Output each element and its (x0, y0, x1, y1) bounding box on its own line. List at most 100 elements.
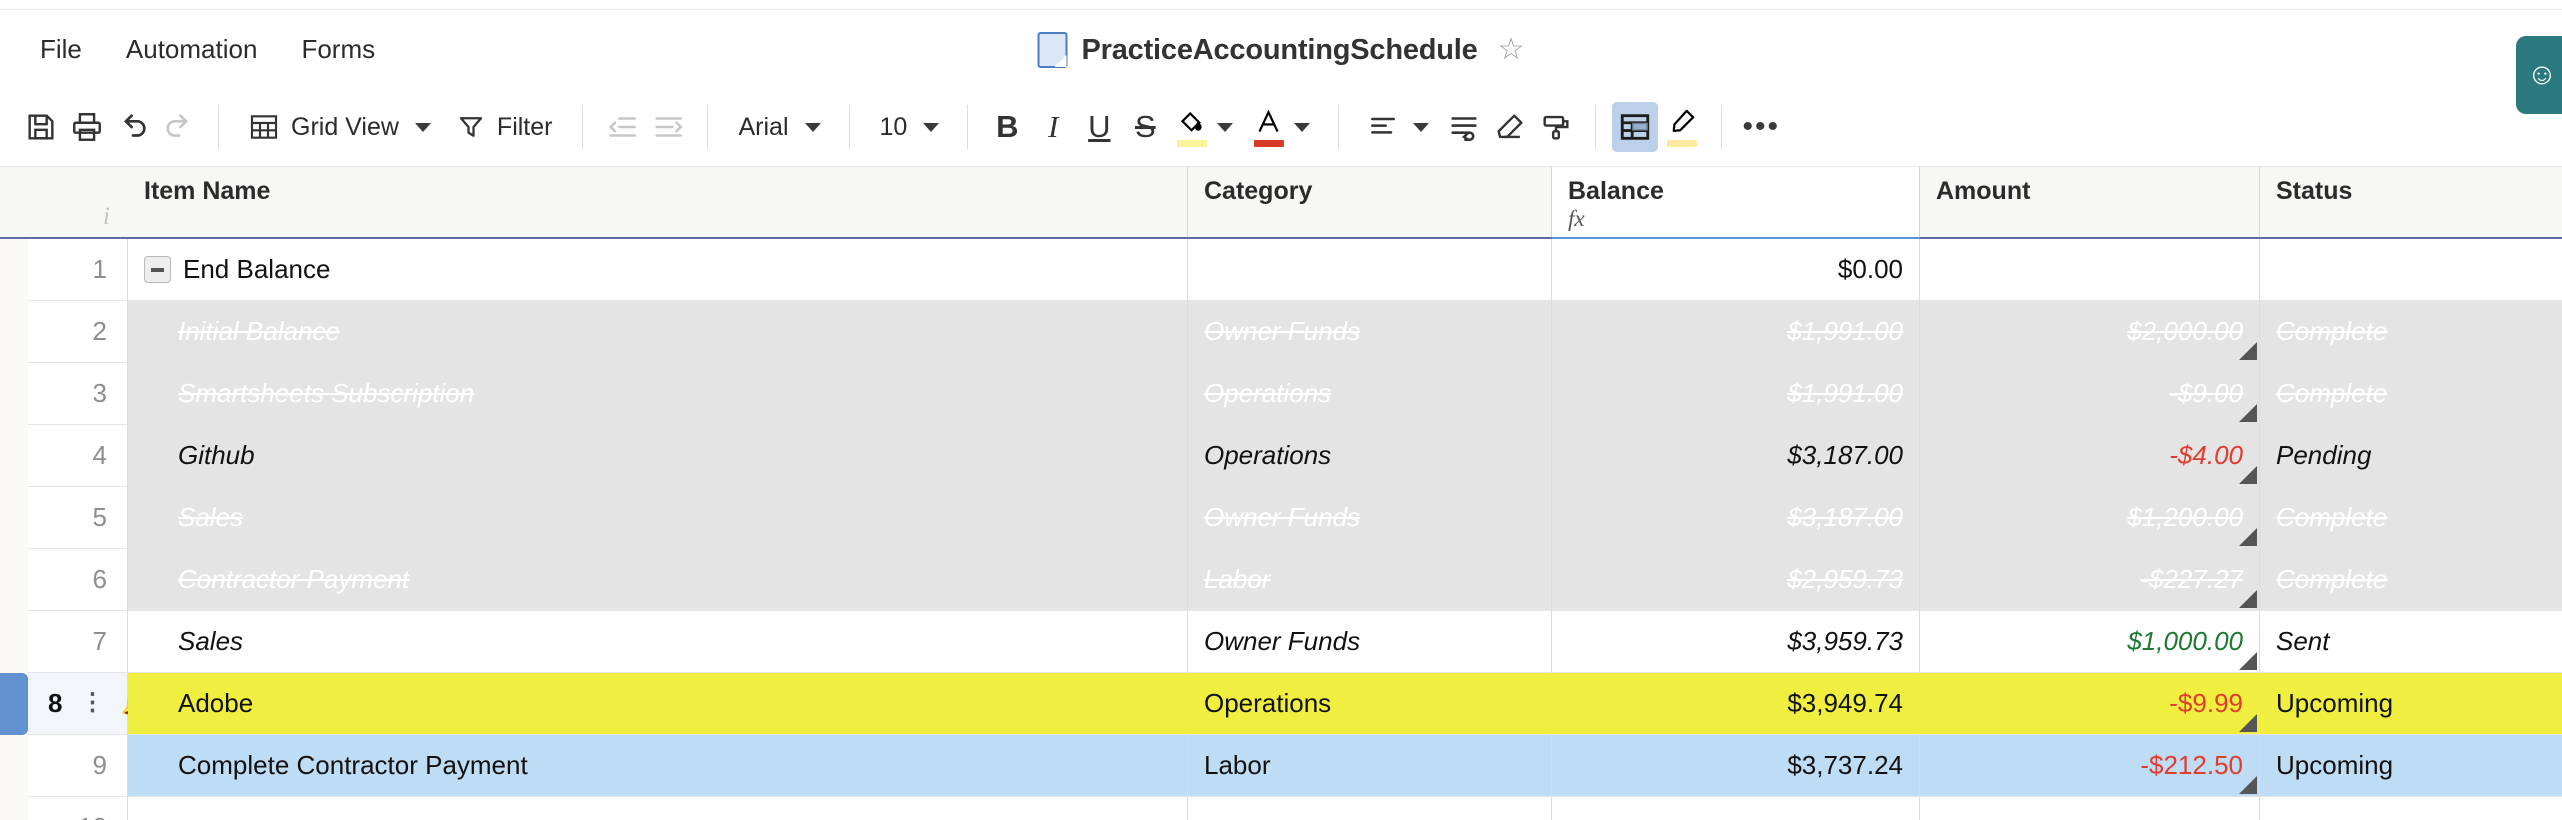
cell-status[interactable]: Complete (2260, 301, 2562, 363)
cell-item[interactable]: Initial Balance (128, 301, 1188, 363)
underline-button[interactable]: U (1076, 102, 1122, 152)
cell-status[interactable] (2260, 239, 2562, 301)
column-header-status[interactable]: Status (2260, 167, 2562, 239)
cell-balance[interactable] (1552, 797, 1920, 820)
save-button[interactable] (18, 102, 64, 152)
cell-comment-marker-icon[interactable] (2239, 776, 2257, 794)
cell-category[interactable]: Operations (1188, 673, 1552, 735)
cell-balance[interactable]: $3,187.00 (1552, 487, 1920, 549)
row-number[interactable]: 7 (28, 611, 128, 673)
cell-status[interactable]: Complete (2260, 487, 2562, 549)
row-number[interactable]: 5 (28, 487, 128, 549)
chevron-down-icon-font[interactable] (804, 122, 821, 132)
row-number[interactable]: 10 (28, 797, 128, 820)
cell-balance[interactable]: $3,949.74 (1552, 673, 1920, 735)
table-row[interactable]: 2 Initial Balance Owner Funds $1,991.00 $2,0… (0, 301, 2562, 363)
cell-item[interactable]: Sales (128, 487, 1188, 549)
font-family-selector[interactable]: Arial (724, 102, 832, 152)
undo-button[interactable] (110, 102, 156, 152)
format-painter-button[interactable] (1533, 102, 1579, 152)
cell-balance[interactable]: $1,991.00 (1552, 301, 1920, 363)
cell-amount[interactable] (1920, 797, 2260, 820)
cell-item[interactable]: Smartsheets Subscription (128, 363, 1188, 425)
table-row[interactable]: 9 Complete Contractor Payment Labor $3,737.… (0, 735, 2562, 797)
cell-category[interactable]: Labor (1188, 735, 1552, 797)
favorite-star-icon[interactable]: ☆ (1498, 35, 1525, 65)
cell-status[interactable]: Complete (2260, 549, 2562, 611)
cell-amount[interactable]: -$9.99 (1920, 673, 2260, 735)
bold-button[interactable]: B (984, 102, 1030, 152)
cell-item[interactable]: Contractor Payment (128, 549, 1188, 611)
view-selector[interactable]: Grid View (235, 102, 443, 152)
cell-item[interactable] (128, 797, 1188, 820)
outdent-button[interactable] (599, 102, 645, 152)
row-number[interactable]: 4 (28, 425, 128, 487)
cell-amount[interactable]: $2,000.00 (1920, 301, 2260, 363)
column-header-item-name[interactable]: Item Name (128, 167, 1188, 239)
cell-balance[interactable]: $0.00 (1552, 239, 1920, 301)
strikethrough-button[interactable]: S (1122, 102, 1168, 152)
text-color-button[interactable] (1245, 102, 1322, 152)
table-row[interactable]: 8⋮🔔AdobeOperations$3,949.74-$9.99Upcomin… (0, 673, 2562, 735)
cell-status[interactable]: Upcoming (2260, 735, 2562, 797)
cell-category[interactable]: Owner Funds (1188, 487, 1552, 549)
table-row[interactable]: 5 Sales Owner Funds $3,187.00 $1,200.00 Compl… (0, 487, 2562, 549)
cell-item[interactable]: End Balance (128, 239, 1188, 301)
cell-balance[interactable]: $1,991.00 (1552, 363, 1920, 425)
chevron-down-icon-align[interactable] (1413, 122, 1430, 132)
cell-item[interactable]: Adobe (128, 673, 1188, 735)
cell-status[interactable]: Sent (2260, 611, 2562, 673)
clear-format-button[interactable] (1487, 102, 1533, 152)
table-row[interactable]: 3 Smartsheets Subscription Operations $1,99… (0, 363, 2562, 425)
chevron-down-icon[interactable] (414, 122, 431, 132)
page-title[interactable]: PracticeAccountingSchedule (1082, 34, 1478, 67)
cell-amount[interactable] (1920, 239, 2260, 301)
table-row[interactable]: 6 Contractor Payment Labor $2,959.73 -$227.2… (0, 549, 2562, 611)
menu-item-automation[interactable]: Automation (108, 26, 276, 73)
cell-comment-marker-icon[interactable] (2239, 528, 2257, 546)
filter-button[interactable]: Filter (443, 102, 567, 152)
cell-comment-marker-icon[interactable] (2239, 342, 2257, 360)
cell-amount[interactable]: -$212.50 (1920, 735, 2260, 797)
highlighter-button[interactable] (1658, 102, 1705, 152)
cell-balance[interactable]: $3,737.24 (1552, 735, 1920, 797)
row-number[interactable]: 2 (28, 301, 128, 363)
cell-amount[interactable]: -$4.00 (1920, 425, 2260, 487)
indent-button[interactable] (645, 102, 691, 152)
cell-status[interactable]: Complete (2260, 363, 2562, 425)
table-row[interactable]: 4GithubOperations$3,187.00-$4.00Pending0… (0, 425, 2562, 487)
kebab-menu-icon[interactable]: ⋮ (80, 691, 104, 715)
menu-item-file[interactable]: File (22, 26, 100, 73)
row-number[interactable]: 1 (28, 239, 128, 301)
cell-category[interactable]: Owner Funds (1188, 611, 1552, 673)
fill-color-button[interactable] (1168, 102, 1245, 152)
cell-item[interactable]: Github (128, 425, 1188, 487)
row-number[interactable]: 8⋮🔔 (28, 673, 152, 735)
table-row[interactable]: 7SalesOwner Funds$3,959.73$1,000.00Sent0… (0, 611, 2562, 673)
cell-category[interactable] (1188, 797, 1552, 820)
info-icon[interactable]: i (103, 203, 110, 231)
cell-comment-marker-icon[interactable] (2239, 404, 2257, 422)
cell-status[interactable]: Upcoming (2260, 673, 2562, 735)
cell-category[interactable]: Labor (1188, 549, 1552, 611)
row-number[interactable]: 9 (28, 735, 128, 797)
cell-comment-marker-icon[interactable] (2239, 590, 2257, 608)
cell-balance[interactable]: $2,959.73 (1552, 549, 1920, 611)
cell-category[interactable]: Operations (1188, 363, 1552, 425)
avatar[interactable]: ☺ (2516, 36, 2562, 114)
menu-item-forms[interactable]: Forms (283, 26, 393, 73)
more-options-button[interactable]: ••• (1738, 102, 1784, 152)
redo-button[interactable] (156, 102, 202, 152)
cell-amount[interactable]: $1,200.00 (1920, 487, 2260, 549)
cell-amount[interactable]: $1,000.00 (1920, 611, 2260, 673)
collapse-toggle-icon[interactable] (144, 256, 171, 283)
row-number[interactable]: 3 (28, 363, 128, 425)
cell-comment-marker-icon[interactable] (2239, 466, 2257, 484)
column-header-category[interactable]: Category (1188, 167, 1552, 239)
font-size-selector[interactable]: 10 (866, 102, 952, 152)
cell-amount[interactable]: -$9.00 (1920, 363, 2260, 425)
row-number[interactable]: 6 (28, 549, 128, 611)
italic-button[interactable]: I (1030, 102, 1076, 152)
column-header-amount[interactable]: Amount (1920, 167, 2260, 239)
table-row[interactable]: 1 End Balance $0.00 (0, 239, 2562, 301)
